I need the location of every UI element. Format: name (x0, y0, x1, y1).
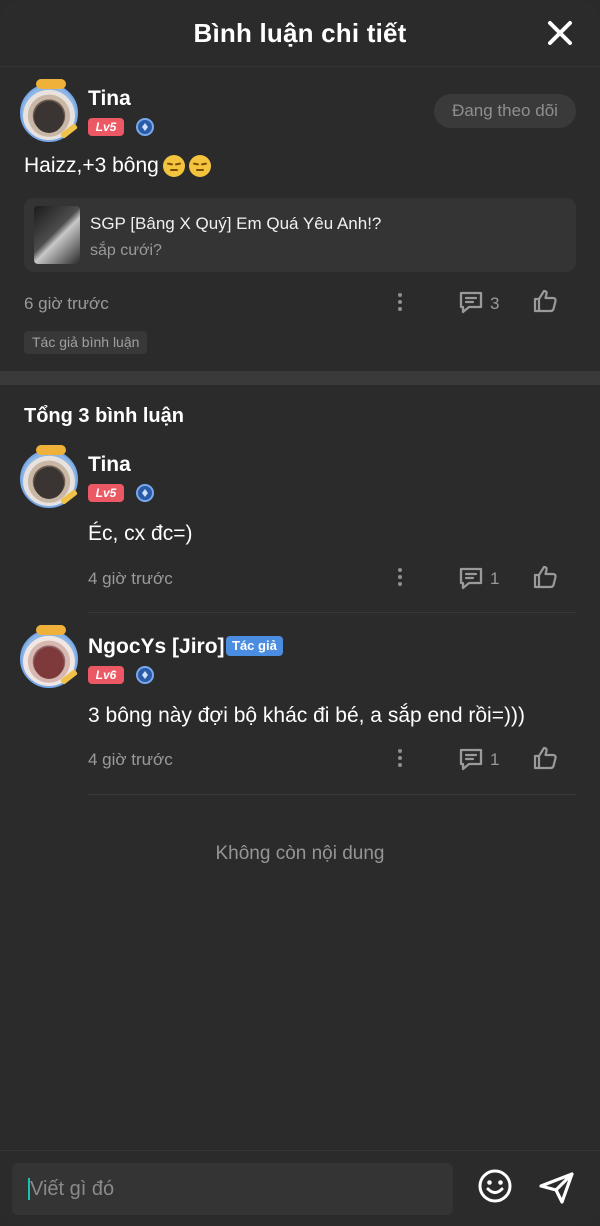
comment-text-content: Haizz,+3 bông (24, 154, 159, 177)
timestamp: 4 giờ trước (88, 569, 173, 588)
writer-badge-icon (36, 79, 66, 89)
close-button[interactable] (546, 19, 574, 47)
like-icon[interactable] (532, 745, 558, 771)
comment-detail-panel: Bình luận chi tiết Tina Lv5 Đang theo dõ… (0, 0, 600, 1226)
comment-author-tag: Tác giả bình luận (24, 331, 148, 354)
story-cover (34, 206, 80, 264)
composer-bar: Viết gì đó (0, 1150, 600, 1226)
reply-count: 1 (490, 750, 500, 769)
like-icon[interactable] (532, 564, 558, 590)
divider (88, 612, 576, 613)
author-badge: Tác giả (226, 636, 283, 656)
comment-input[interactable]: Viết gì đó (12, 1163, 453, 1215)
shield-icon (136, 666, 154, 684)
more-button[interactable] (397, 566, 403, 588)
pencil-icon (60, 669, 78, 685)
pensive-face-icon (162, 155, 185, 177)
level-badge: Lv5 (88, 118, 124, 136)
input-placeholder: Viết gì đó (30, 1178, 115, 1200)
avatar[interactable] (20, 79, 78, 142)
comment-text: Haizz,+3 bông (24, 154, 211, 178)
writer-badge-icon (36, 625, 66, 635)
story-subtitle: sắp cưới? (90, 242, 162, 259)
author-name[interactable]: Tina (88, 87, 131, 111)
timestamp: 6 giờ trước (24, 294, 109, 313)
more-button[interactable] (397, 747, 403, 769)
story-title: SGP [Bâng X Quý] Em Quá Yêu Anh!? (90, 214, 382, 233)
pensive-face-icon (188, 155, 211, 177)
send-icon[interactable] (538, 1171, 576, 1205)
comment-icon[interactable] (458, 290, 484, 314)
like-icon[interactable] (532, 288, 558, 314)
author-name[interactable]: Tina (88, 453, 131, 477)
reply-count: 1 (490, 569, 500, 588)
reply-text: Éc, cx đc=) (88, 522, 193, 545)
comment-icon[interactable] (458, 566, 484, 590)
reply-count: 3 (490, 294, 500, 313)
shield-icon (136, 118, 154, 136)
reply-text: 3 bông này đợi bộ khác đi bé, a sắp end … (88, 704, 525, 727)
end-of-content: Không còn nội dung (215, 843, 385, 864)
comment-icon[interactable] (458, 747, 484, 771)
section-divider (0, 371, 600, 385)
timestamp: 4 giờ trước (88, 750, 173, 769)
shield-icon (136, 484, 154, 502)
more-button[interactable] (397, 291, 403, 313)
page-title: Bình luận chi tiết (193, 17, 407, 48)
story-card[interactable]: SGP [Bâng X Quý] Em Quá Yêu Anh!? sắp cư… (24, 198, 576, 272)
pencil-icon (60, 123, 78, 139)
avatar[interactable] (20, 445, 78, 508)
follow-button[interactable]: Đang theo dõi (434, 94, 576, 128)
author-name[interactable]: NgocYs [Jiro] (88, 635, 225, 659)
pencil-icon (60, 489, 78, 505)
emoji-icon[interactable] (478, 1169, 512, 1203)
replies-total: Tổng 3 bình luận (24, 405, 184, 427)
writer-badge-icon (36, 445, 66, 455)
divider (88, 794, 576, 795)
level-badge: Lv6 (88, 666, 124, 684)
close-icon (548, 21, 572, 45)
avatar[interactable] (20, 625, 78, 688)
header: Bình luận chi tiết (0, 0, 600, 67)
level-badge: Lv5 (88, 484, 124, 502)
